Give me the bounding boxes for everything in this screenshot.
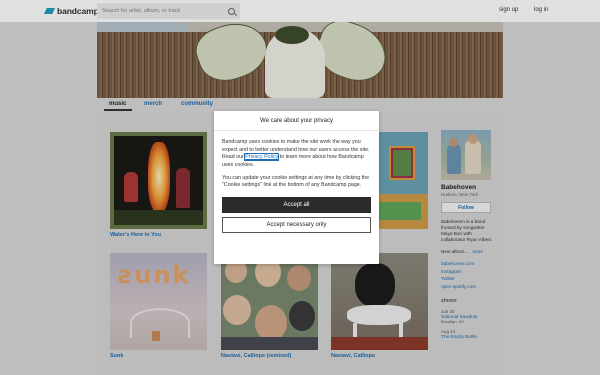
cookie-settings-note: You can update your cookie settings at a… [222,174,370,189]
dialog-title: We care about your privacy [214,111,379,131]
accept-all-button[interactable]: Accept all [222,197,371,214]
cookie-text-after: to learn more about how Bandcamp uses co… [222,154,364,169]
accept-necessary-button[interactable]: Accept necessary only [222,217,371,234]
cookie-consent-dialog: We care about your privacy Bandcamp uses… [214,111,379,264]
cookie-explanation: Bandcamp uses cookies to make the site w… [222,139,371,170]
privacy-policy-link[interactable]: Privacy Policy [244,153,280,162]
